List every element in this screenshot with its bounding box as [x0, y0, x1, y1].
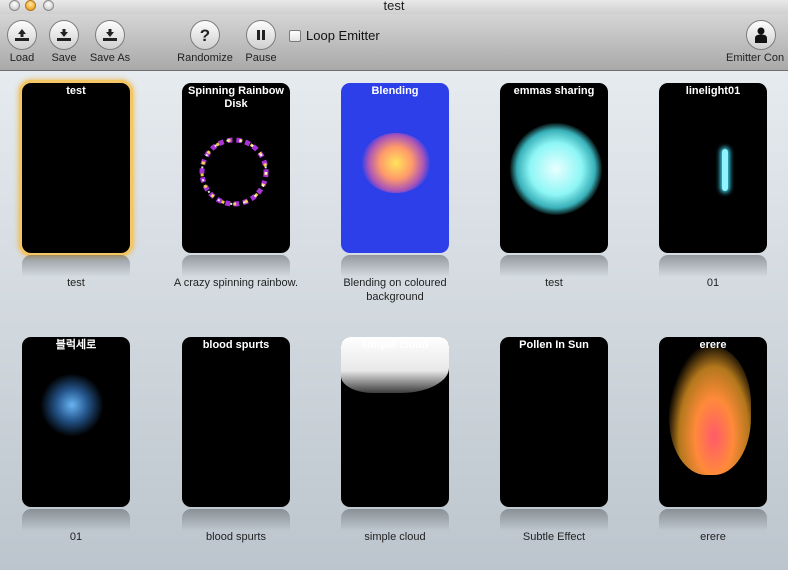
- emitter-caption: A crazy spinning rainbow.: [173, 277, 299, 289]
- emitter-card-blocks-vertical[interactable]: 블럭세로: [22, 337, 130, 507]
- emitter-caption: test: [545, 277, 563, 289]
- window-title: test: [383, 0, 405, 13]
- emitter-title: linelight01: [685, 85, 741, 97]
- card-reflection: [341, 509, 449, 531]
- emitter-title: blood spurts: [202, 339, 270, 351]
- emitter-title: erere: [699, 339, 727, 351]
- loop-emitter-label: Loop Emitter: [306, 28, 380, 43]
- card-reflection: [659, 255, 767, 277]
- card-reflection: [500, 255, 608, 277]
- loop-emitter-checkbox-box[interactable]: [289, 29, 301, 42]
- emitter-card-test[interactable]: test: [22, 83, 130, 253]
- emitter-card-emmas-sharing[interactable]: emmas sharing: [500, 83, 608, 253]
- card-reflection: [22, 255, 130, 277]
- emitter-title: 블럭세로: [55, 339, 97, 351]
- toolbar: Load Save Save As ? Randomize Pause Loop…: [0, 14, 788, 71]
- load-icon: [7, 20, 37, 50]
- emitter-card-simple-cloud[interactable]: simple cloud: [341, 337, 449, 507]
- emitter-card-blood-spurts[interactable]: blood spurts: [182, 337, 290, 507]
- card-reflection: [659, 509, 767, 531]
- save-as-icon: [95, 20, 125, 50]
- question-mark-icon: ?: [190, 20, 220, 50]
- save-as-label: Save As: [89, 52, 131, 64]
- emitter-caption: blood spurts: [206, 531, 266, 543]
- loop-emitter-checkbox[interactable]: Loop Emitter: [289, 28, 380, 43]
- emitter-caption: Blending on coloured background: [343, 277, 447, 303]
- blending-glow-effect: [361, 133, 431, 193]
- emitter-grid: test test Spinning Rainbow Disk A crazy …: [0, 71, 788, 570]
- blue-particles-effect: [40, 373, 104, 437]
- card-reflection: [182, 255, 290, 277]
- load-label: Load: [9, 52, 35, 64]
- emitter-caption: erere: [700, 531, 726, 543]
- load-button[interactable]: Load: [6, 20, 38, 64]
- emitter-title: emmas sharing: [513, 85, 595, 97]
- emitter-caption: simple cloud: [364, 531, 426, 543]
- emitter-title: Blending: [371, 85, 419, 97]
- rainbow-ring-effect: [199, 137, 269, 207]
- save-button[interactable]: Save: [48, 20, 80, 64]
- pause-button[interactable]: Pause: [244, 20, 278, 64]
- emitter-title: simple cloud: [361, 339, 429, 351]
- person-icon: [746, 20, 776, 50]
- card-reflection: [22, 509, 130, 531]
- card-reflection: [182, 509, 290, 531]
- cyan-cloud-effect: [510, 123, 602, 215]
- randomize-label: Randomize: [177, 52, 233, 64]
- emitter-card-spinning-rainbow-disk[interactable]: Spinning Rainbow Disk: [182, 83, 290, 253]
- emitter-caption: 01: [706, 277, 720, 289]
- emitter-card-blending[interactable]: Blending: [341, 83, 449, 253]
- emitter-caption: test: [67, 277, 85, 289]
- emitter-caption: Subtle Effect: [522, 531, 586, 543]
- emitter-caption: 01: [69, 531, 83, 543]
- emitter-card-pollen-in-sun[interactable]: Pollen In Sun: [500, 337, 608, 507]
- card-reflection: [500, 509, 608, 531]
- line-light-effect: [722, 149, 728, 191]
- emitter-title: test: [66, 85, 86, 97]
- emitter-title: Pollen In Sun: [519, 339, 589, 351]
- emitter-config-button[interactable]: Emitter Con: [726, 20, 788, 64]
- emitter-config-label: Emitter Con: [726, 52, 785, 64]
- save-icon: [49, 20, 79, 50]
- randomize-button[interactable]: ? Randomize: [175, 20, 235, 64]
- card-reflection: [341, 255, 449, 277]
- pause-icon: [246, 20, 276, 50]
- emitter-card-linelight01[interactable]: linelight01: [659, 83, 767, 253]
- emitter-card-erere[interactable]: erere: [659, 337, 767, 507]
- save-label: Save: [51, 52, 77, 64]
- window-titlebar: test: [0, 0, 788, 14]
- save-as-button[interactable]: Save As: [88, 20, 132, 64]
- fire-sparks-effect: [669, 347, 751, 475]
- pause-label: Pause: [245, 52, 277, 64]
